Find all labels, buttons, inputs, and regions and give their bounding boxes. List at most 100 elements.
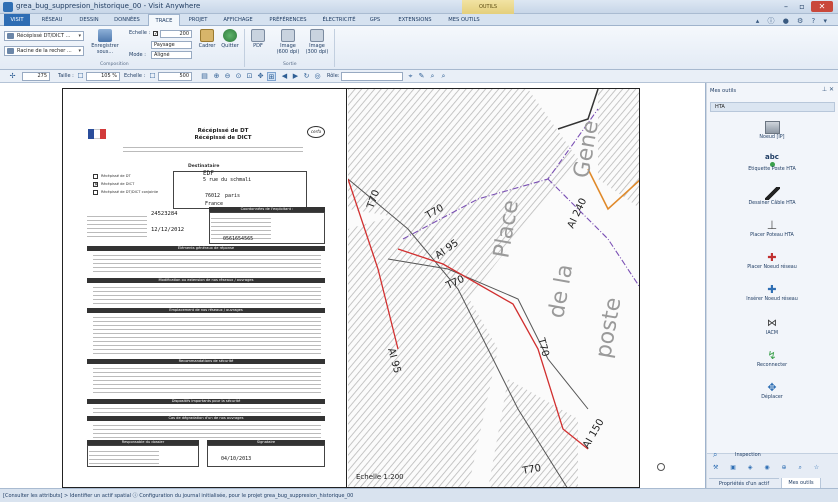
section-devices-text <box>93 405 321 413</box>
inspection-toolbar-icons[interactable]: ⚒ ▣ ◈ ◉ ⊕ ⌕ ☆ <box>713 464 824 472</box>
ribbon-panel: Récépissé DT/DICT ... ▾ Racine de la rec… <box>0 26 838 70</box>
frame-icon <box>200 29 214 42</box>
tab-extensions[interactable]: EXTENSIONS <box>390 14 440 26</box>
tool-place-network-node[interactable]: ✚ Placer Noeud réseau <box>710 251 834 270</box>
cadastral-map[interactable]: T70 T70 AI 95 AI 240 T70 AI 95 T70 AI 15… <box>348 89 639 487</box>
role-select[interactable] <box>341 72 403 81</box>
tab-visit[interactable]: VISIT <box>4 14 30 26</box>
printer-icon <box>310 29 324 42</box>
tab-projet[interactable]: PROJET <box>182 14 214 26</box>
legal-text <box>123 144 303 154</box>
locate-icon[interactable]: ◎ <box>313 72 322 81</box>
folder-icon <box>7 48 14 54</box>
zoom-out-icon[interactable]: ⊖ <box>223 72 232 81</box>
reconnect-icon: ↯ <box>767 349 777 362</box>
minimize-button[interactable]: – <box>779 1 793 12</box>
section-general-text <box>93 252 321 274</box>
map-toolbar: ✢ 275 Taille : ☐ 105 % Echelle : ☐ 500 ▤… <box>0 70 838 83</box>
select-icon[interactable]: ⌖ <box>406 72 415 81</box>
rotation-input[interactable]: 275 <box>22 72 50 81</box>
pole-icon: ⊥ <box>766 218 778 232</box>
dict-option-label: Récépissé de DICT <box>101 182 135 186</box>
tool-draw-cable[interactable]: Dessiner Câble HTA <box>710 187 834 206</box>
operator-phone: 0561654565 <box>223 236 254 242</box>
tab-mes-outils[interactable]: MES OUTILS <box>442 14 486 26</box>
tool-insert-network-node[interactable]: ✚ Insérer Noeud réseau <box>710 283 834 302</box>
refresh-icon[interactable]: ↻ <box>302 72 311 81</box>
tool-move[interactable]: ✥ Déplacer <box>710 381 834 400</box>
printer-icon <box>281 29 295 42</box>
hta-group-header[interactable]: HTA <box>710 102 835 112</box>
map-canvas[interactable]: Récépissé de DT Récépissé de DICT cerfa … <box>0 83 706 488</box>
layout-template-select[interactable]: Récépissé DT/DICT ... ▾ <box>4 31 84 41</box>
tool-iacm[interactable]: ⋈ IACM <box>710 317 834 336</box>
pdf-button[interactable]: PDF <box>248 29 268 49</box>
tab-reseau[interactable]: RÉSEAU <box>34 14 70 26</box>
next-view-icon[interactable]: ▶ <box>291 72 300 81</box>
size-lock-icon[interactable]: ☐ <box>76 72 85 81</box>
close-button[interactable]: ✕ <box>811 1 833 12</box>
group-separator <box>334 29 335 67</box>
tab-donnees[interactable]: DONNÉES <box>108 14 146 26</box>
print-layout-sheet: Récépissé de DT Récépissé de DICT cerfa … <box>62 88 640 488</box>
layer-icon[interactable]: ▤ <box>200 72 209 81</box>
zoom-window-icon[interactable]: ⊡ <box>245 72 254 81</box>
printer-icon <box>251 29 265 42</box>
image-300-button[interactable]: Image (300 dpi) <box>304 29 330 55</box>
section-location-header: Emplacement de nos réseaux / ouvrages <box>87 308 325 313</box>
context-tab-outils[interactable]: OUTILS <box>462 0 514 14</box>
scale-checkbox[interactable]: ✓ <box>153 31 158 37</box>
map-street-label: poste <box>591 296 626 360</box>
conjoint-option-label: Récépissé de DT/DICT conjointe <box>101 190 159 194</box>
app-icon <box>3 2 13 12</box>
consultation-date: 12/12/2012 <box>151 227 185 233</box>
scale-lock-icon[interactable]: ☐ <box>148 72 157 81</box>
snap-icon[interactable]: ✢ <box>8 72 17 81</box>
recipient-street: 5 rue du schmali <box>203 177 252 183</box>
tab-preferences[interactable]: PRÉFÉRENCES <box>262 14 314 26</box>
search-icon[interactable]: ⌕ <box>428 72 437 81</box>
edit-icon[interactable]: ✎ <box>417 72 426 81</box>
chevron-down-icon: ▾ <box>78 33 81 39</box>
maximize-button[interactable]: ▫ <box>795 1 809 12</box>
tab-dessin[interactable]: DESSIN <box>72 14 106 26</box>
save-icon <box>98 29 112 42</box>
scale-label: Echelle : <box>129 30 151 36</box>
rotation-handle[interactable] <box>657 463 665 471</box>
tab-gps[interactable]: GPS <box>364 14 386 26</box>
recipient-postcode: 76012 <box>205 193 221 199</box>
save-as-button[interactable]: Enregistrer sous... <box>88 29 122 55</box>
inspection-icon[interactable]: ⌕ <box>713 450 723 460</box>
mode-select[interactable]: Aligné <box>151 51 192 59</box>
map-street-label: de la <box>544 262 578 320</box>
size-input[interactable]: 105 % <box>86 72 120 81</box>
search-root-select[interactable]: Racine de la recher ... ▾ <box>4 46 84 56</box>
map-drawing: T70 T70 AI 95 AI 240 T70 AI 95 T70 AI 15… <box>348 89 639 487</box>
move-icon: ✥ <box>767 381 777 394</box>
tool-reconnect[interactable]: ↯ Reconnecter <box>710 349 834 368</box>
zoom-extent-icon[interactable]: ⊙ <box>234 72 243 81</box>
tab-electricite[interactable]: ÉLECTRICITÉ <box>316 14 362 26</box>
parcel-hatch <box>598 89 639 208</box>
responsible-fields <box>89 448 159 464</box>
quick-access-icons[interactable]: ▴ ⓘ ● ⚙ ? ▾ <box>756 16 830 26</box>
tool-substation-label[interactable]: abc Etiquette Poste HTA <box>710 153 834 172</box>
tool-place-pole[interactable]: ⊥ Placer Poteau HTA <box>710 218 834 239</box>
image-600-button[interactable]: Image (600 dpi) <box>276 29 300 55</box>
format-select[interactable]: Paysage <box>151 41 192 49</box>
dict-checkbox: ✕ <box>93 182 99 188</box>
scale-input[interactable]: 200 <box>160 30 192 38</box>
pin-icon[interactable]: ⊥ ✕ <box>822 86 834 93</box>
zoom-selection-icon[interactable]: ⊞ <box>267 72 276 81</box>
quit-button[interactable]: Quitter <box>218 29 242 49</box>
role-label: Rôle: <box>327 73 340 79</box>
previous-view-icon[interactable]: ◀ <box>280 72 289 81</box>
frame-button[interactable]: Cadrer <box>196 29 218 49</box>
zoom-in-icon[interactable]: ⊕ <box>212 72 221 81</box>
find-icon[interactable]: ⌕ <box>439 72 448 81</box>
tab-affichage[interactable]: AFFICHAGE <box>216 14 260 26</box>
pan-icon[interactable]: ✥ <box>256 72 265 81</box>
scale-toolbar-input[interactable]: 500 <box>158 72 192 81</box>
tool-node-ip[interactable]: Noeud [IP] <box>710 121 834 140</box>
group-sortie-label: Sortie <box>283 62 297 67</box>
